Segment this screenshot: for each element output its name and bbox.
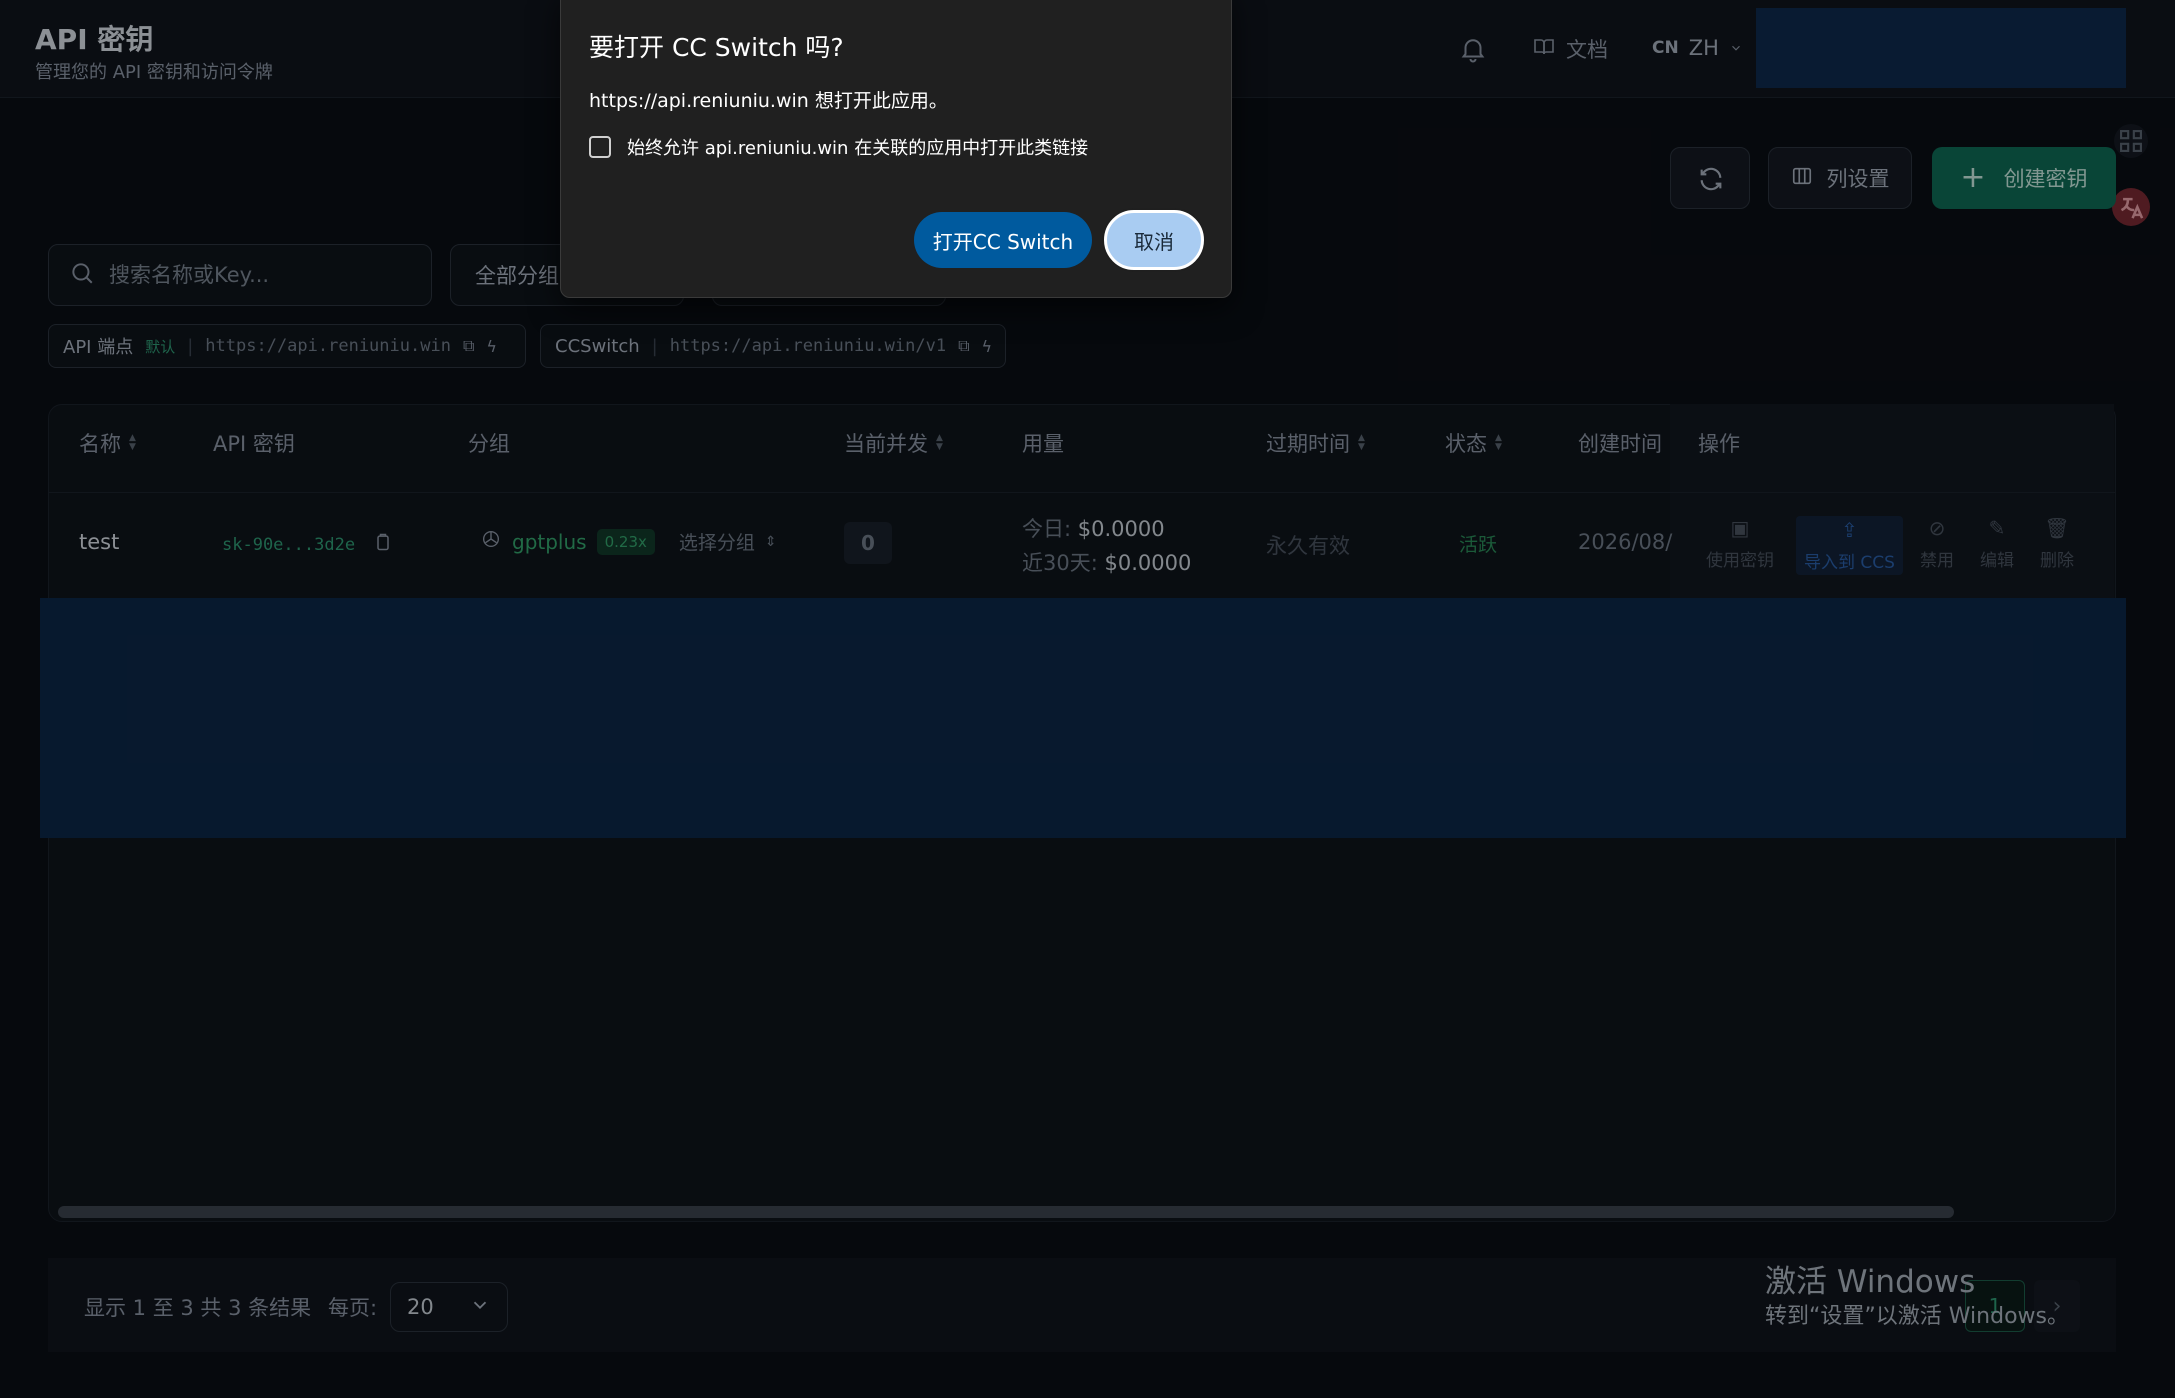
open-app-button[interactable]: 打开CC Switch bbox=[914, 212, 1092, 268]
cancel-button[interactable]: 取消 bbox=[1104, 210, 1204, 270]
always-allow-checkbox[interactable] bbox=[589, 136, 611, 158]
always-allow-label: 始终允许 api.reniuniu.win 在关联的应用中打开此类链接 bbox=[627, 138, 1089, 159]
dialog-message: https://api.reniuniu.win 想打开此应用。 bbox=[589, 90, 948, 112]
dialog-title: 要打开 CC Switch 吗? bbox=[589, 33, 844, 62]
always-allow-option[interactable]: 始终允许 api.reniuniu.win 在关联的应用中打开此类链接 bbox=[589, 134, 1088, 160]
